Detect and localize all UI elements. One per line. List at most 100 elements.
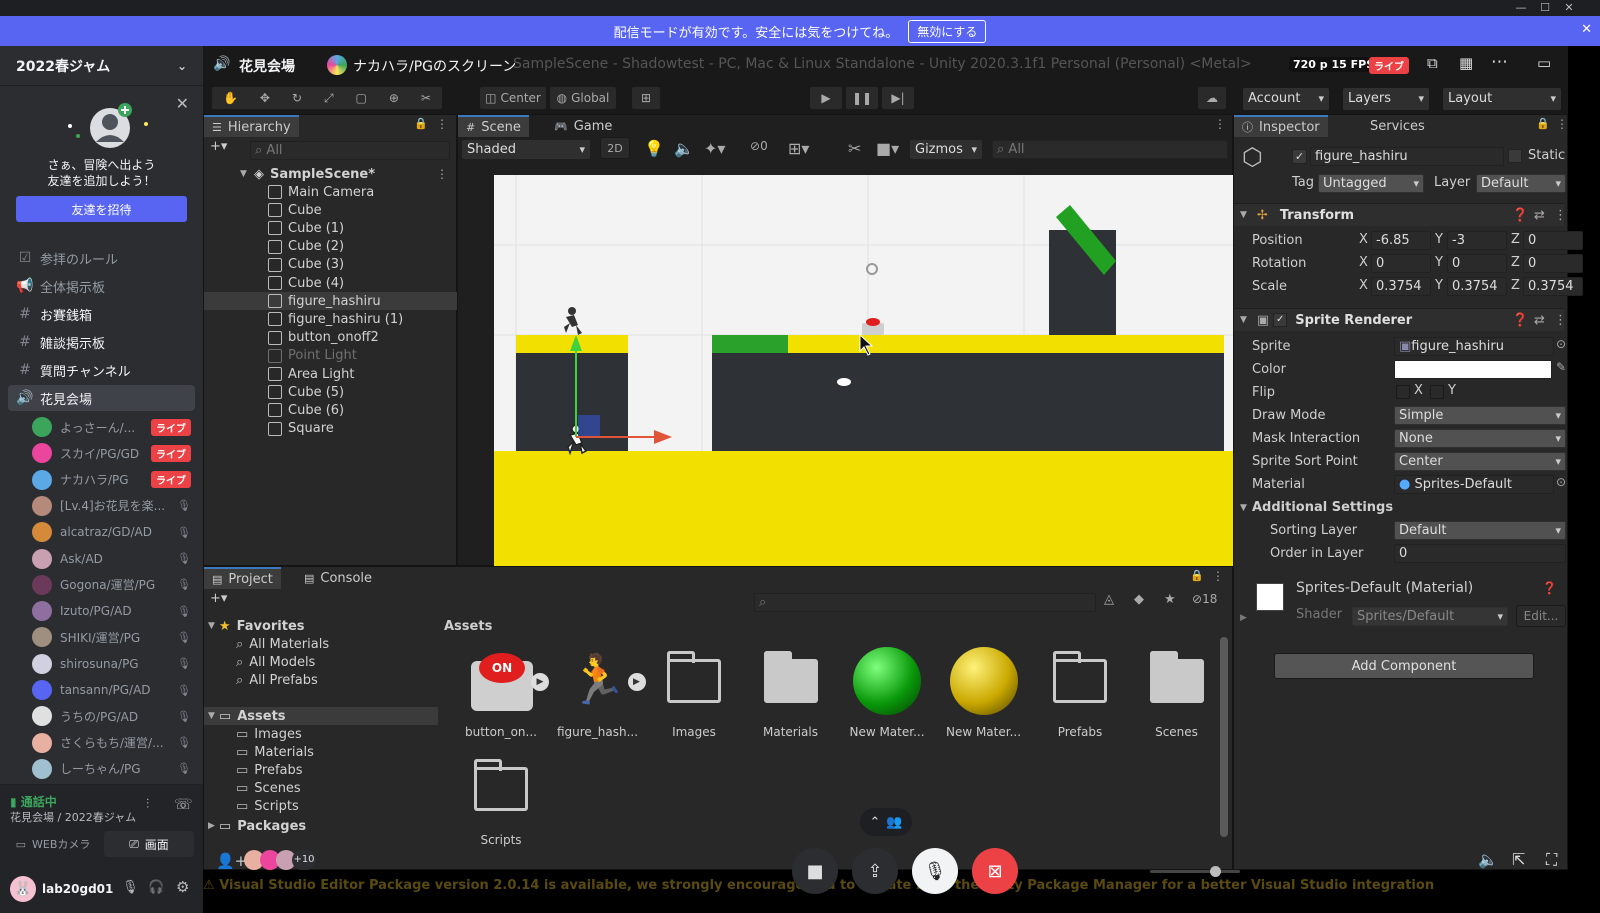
- camera-button[interactable]: ■: [792, 848, 838, 894]
- transform-tools[interactable]: ✋ ✥ ↻ ⤢ ▢ ⊕ ✂: [211, 86, 443, 110]
- play-button[interactable]: ▶: [809, 86, 843, 110]
- create-dropdown-icon[interactable]: +▾: [210, 139, 227, 154]
- snap-toggle[interactable]: ⊞: [631, 86, 661, 110]
- voice-user[interactable]: しーちゃん/PG 🎙: [32, 756, 195, 782]
- voice-user[interactable]: shirosuna/PG 🎙: [32, 651, 195, 677]
- server-header[interactable]: 2022春ジャム ⌄: [0, 46, 203, 86]
- additional-settings-foldout[interactable]: ▼ Additional Settings: [1234, 496, 1564, 519]
- mic-muted-icon[interactable]: 🎙: [122, 880, 139, 895]
- create-dropdown-icon[interactable]: +▾: [210, 591, 227, 606]
- assets-breadcrumb[interactable]: Assets: [444, 619, 492, 634]
- space-toggle[interactable]: ◍ Global: [549, 86, 617, 110]
- order-in-layer-input[interactable]: 0: [1394, 544, 1566, 563]
- voice-user[interactable]: alcatraz/GD/AD 🎙: [32, 519, 195, 545]
- disconnect-icon[interactable]: ☏: [174, 795, 193, 813]
- username[interactable]: lab20gd01: [42, 882, 113, 896]
- hierarchy-item[interactable]: Point Light: [204, 347, 457, 365]
- disable-streamer-mode-button[interactable]: 無効にする: [908, 19, 987, 43]
- channel-questions[interactable]: # 質問チャンネル: [8, 357, 195, 383]
- hidden-packages-icon[interactable]: ⊘18: [1192, 592, 1217, 606]
- voice-user[interactable]: ナカハラ/PG ライブ: [32, 467, 195, 493]
- sorting-layer-dropdown[interactable]: Default: [1394, 521, 1566, 540]
- lock-icon[interactable]: 🔒: [1536, 117, 1550, 130]
- hierarchy-item[interactable]: Cube (4): [204, 274, 457, 292]
- channel-rules[interactable]: ☑ 参拝のルール: [8, 245, 195, 271]
- scene-viewport[interactable]: [494, 175, 1234, 567]
- banner-close-icon[interactable]: ✕: [1581, 22, 1592, 37]
- flip-x-checkbox[interactable]: [1396, 385, 1410, 399]
- hierarchy-item[interactable]: Cube (2): [204, 238, 457, 256]
- participants-toggle[interactable]: ⌃ 👥: [860, 808, 912, 836]
- favorite-item[interactable]: ⌕ All Prefabs: [236, 671, 318, 689]
- camera-icon[interactable]: ■▾: [876, 139, 899, 158]
- eyedropper-icon[interactable]: ✎: [1556, 360, 1566, 374]
- voice-user[interactable]: [Lv.4]お花見を楽... 🎙: [32, 493, 195, 519]
- rotation-y-input[interactable]: 0: [1447, 254, 1507, 273]
- position-y-input[interactable]: -3: [1447, 231, 1507, 250]
- tag-dropdown[interactable]: Untagged: [1318, 174, 1424, 193]
- voice-channel-hanami[interactable]: 🔊 花見会場: [8, 385, 195, 411]
- channel-announcements[interactable]: 📢 全体掲示板: [8, 273, 195, 299]
- help-icon[interactable]: ❓: [1542, 581, 1557, 595]
- effects-icon[interactable]: ✦▾: [704, 139, 725, 158]
- stop-stream-button[interactable]: ⊠: [972, 848, 1018, 894]
- hierarchy-item[interactable]: button_onoff2: [204, 329, 457, 347]
- scale-y-input[interactable]: 0.3754: [1447, 277, 1507, 296]
- tab-scene[interactable]: # Scene: [458, 115, 529, 137]
- mute-button[interactable]: 🎙: [912, 848, 958, 894]
- panel-menu-icon[interactable]: ⋮: [1212, 569, 1224, 583]
- favorite-item[interactable]: ⌕ All Materials: [236, 635, 329, 653]
- hierarchy-item[interactable]: Square: [204, 420, 457, 438]
- scene-menu-icon[interactable]: ⋮: [436, 167, 448, 181]
- search-by-label-icon[interactable]: ◆: [1134, 592, 1144, 607]
- scene-search-input[interactable]: ⌕ All: [992, 140, 1228, 159]
- close-window-button[interactable]: ✕: [1558, 0, 1580, 16]
- invite-friends-button[interactable]: 友達を招待: [16, 196, 187, 222]
- more-options-icon[interactable]: ⋯: [1491, 52, 1508, 72]
- hierarchy-item[interactable]: Cube (3): [204, 256, 457, 274]
- pause-button[interactable]: ❚❚: [845, 86, 879, 110]
- invite-person-icon[interactable]: 👤+: [216, 852, 247, 870]
- layout-dropdown[interactable]: Layout: [1443, 88, 1561, 110]
- collab-button[interactable]: ☁: [1197, 86, 1227, 110]
- sprite-object-field[interactable]: ▣figure_hashiru: [1394, 337, 1554, 356]
- shader-dropdown[interactable]: Sprites/Default: [1352, 607, 1508, 626]
- fullscreen-window-icon[interactable]: ▭: [1537, 54, 1551, 72]
- asset-item[interactable]: Scenes: [1132, 647, 1222, 747]
- screen-share-control[interactable]: ⇪: [852, 848, 898, 894]
- tab-console[interactable]: ▤ Console: [296, 567, 380, 589]
- tab-game[interactable]: 🎮 Game: [546, 115, 620, 137]
- favorite-star-icon[interactable]: ★: [1164, 592, 1176, 607]
- layer-dropdown[interactable]: Default: [1476, 174, 1566, 193]
- project-scrollbar[interactable]: [1220, 637, 1228, 837]
- voice-user[interactable]: SHIKI/運営/PG 🎙: [32, 624, 195, 650]
- add-component-button[interactable]: Add Component: [1274, 653, 1534, 679]
- asset-item[interactable]: Scripts: [456, 755, 546, 855]
- hierarchy-item[interactable]: Cube (1): [204, 219, 457, 237]
- lock-icon[interactable]: 🔒: [1190, 569, 1204, 582]
- hierarchy-item[interactable]: figure_hashiru: [204, 292, 457, 311]
- webcam-button[interactable]: ▭ WEBカメラ: [8, 831, 98, 857]
- scale-z-input[interactable]: 0.3754: [1523, 277, 1583, 296]
- hierarchy-item[interactable]: Main Camera: [204, 183, 457, 201]
- color-swatch[interactable]: [1394, 360, 1552, 379]
- 2d-toggle[interactable]: 2D: [600, 137, 630, 159]
- voice-user[interactable]: tansann/PG/AD 🎙: [32, 677, 195, 703]
- draw-mode-dropdown[interactable]: Simple: [1394, 406, 1566, 425]
- asset-item[interactable]: New Mater...: [939, 647, 1029, 747]
- material-block-title[interactable]: Sprites-Default (Material): [1296, 580, 1473, 596]
- screen-share-button[interactable]: ⎚ 画面: [104, 831, 194, 857]
- material-object-field[interactable]: ● Sprites-Default: [1394, 475, 1554, 494]
- grid-snap-icon[interactable]: ⊞▾: [788, 139, 809, 158]
- active-checkbox[interactable]: ✓: [1292, 149, 1307, 164]
- tab-project[interactable]: ▤ Project: [204, 567, 281, 589]
- sprite-renderer-header[interactable]: ▼ ▣ ✓ Sprite Renderer ❓ ⇄ ⋮: [1234, 308, 1567, 331]
- hierarchy-item[interactable]: Cube (5): [204, 383, 457, 401]
- hierarchy-item[interactable]: Cube (6): [204, 401, 457, 419]
- account-dropdown[interactable]: Account: [1243, 88, 1329, 110]
- avatar[interactable]: 🐰: [10, 876, 36, 902]
- pivot-toggle[interactable]: ◫ Center: [479, 86, 547, 110]
- favorite-item[interactable]: ⌕ All Models: [236, 653, 315, 671]
- hierarchy-search-input[interactable]: ⌕ All: [250, 141, 450, 160]
- asset-item[interactable]: Materials: [746, 647, 836, 747]
